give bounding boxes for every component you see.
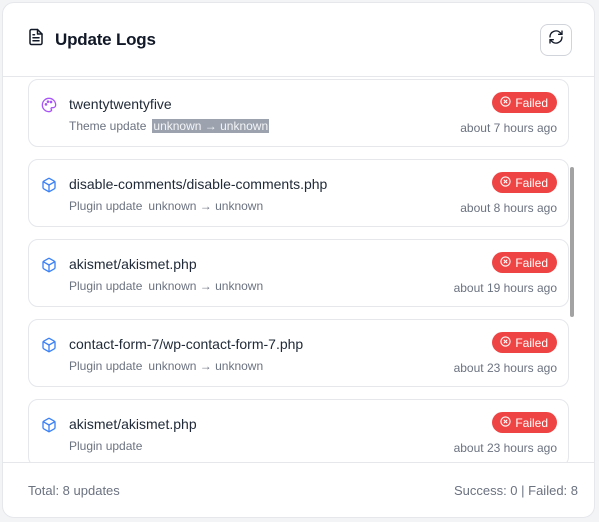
item-time: about 7 hours ago — [460, 121, 557, 135]
status-label: Failed — [515, 255, 548, 270]
item-meta: Plugin update — [69, 439, 148, 453]
item-type: Plugin update — [69, 199, 143, 213]
item-name: contact-form-7/wp-contact-form-7.php — [69, 336, 304, 352]
item-type: Plugin update — [69, 359, 143, 373]
status-badge: Failed — [492, 92, 557, 113]
package-icon — [41, 177, 57, 193]
list-item[interactable]: disable-comments/disable-comments.php Pl… — [28, 159, 569, 227]
x-circle-icon — [500, 255, 511, 270]
x-circle-icon — [500, 415, 511, 430]
palette-icon — [41, 97, 57, 113]
list-item[interactable]: contact-form-7/wp-contact-form-7.php Plu… — [28, 319, 569, 387]
item-type: Plugin update — [69, 439, 143, 453]
status-summary: Success: 0 | Failed: 8 — [453, 482, 578, 498]
item-version: unknown → unknown — [152, 119, 270, 133]
item-name: disable-comments/disable-comments.php — [69, 176, 328, 192]
refresh-icon — [548, 29, 564, 50]
item-meta: Plugin update unknown → unknown — [69, 199, 263, 213]
item-meta: Plugin update unknown → unknown — [69, 359, 263, 373]
update-logs-panel: Update Logs twentytwentyfive Theme updat… — [2, 2, 595, 518]
item-time: about 23 hours ago — [453, 361, 557, 375]
status-badge: Failed — [492, 412, 557, 433]
status-label: Failed — [515, 335, 548, 350]
list-item[interactable]: twentytwentyfive Theme update unknown → u… — [28, 79, 569, 147]
item-name: akismet/akismet.php — [69, 416, 197, 432]
item-meta: Plugin update unknown → unknown — [69, 279, 263, 293]
refresh-button[interactable] — [540, 23, 572, 56]
item-time: about 19 hours ago — [453, 281, 557, 295]
x-circle-icon — [500, 95, 511, 110]
item-time: about 8 hours ago — [460, 201, 557, 215]
item-name: twentytwentyfive — [69, 96, 172, 112]
item-type: Plugin update — [69, 279, 143, 293]
status-badge: Failed — [492, 252, 557, 273]
item-version: unknown → unknown — [148, 199, 264, 213]
package-icon — [41, 257, 57, 273]
status-label: Failed — [515, 415, 548, 430]
status-badge: Failed — [492, 332, 557, 353]
page-title: Update Logs — [55, 29, 156, 49]
item-version: unknown → unknown — [148, 359, 264, 373]
total-count: Total: 8 updates — [28, 482, 120, 498]
logs-list[interactable]: twentytwentyfive Theme update unknown → u… — [3, 77, 594, 462]
item-time: about 23 hours ago — [453, 441, 557, 455]
item-name: akismet/akismet.php — [69, 256, 197, 272]
document-icon — [27, 28, 45, 51]
list-item[interactable]: akismet/akismet.php Plugin update unknown… — [28, 239, 569, 307]
status-badge: Failed — [492, 172, 557, 193]
panel-header: Update Logs — [3, 3, 594, 77]
item-version: unknown → unknown — [148, 279, 264, 293]
title-wrap: Update Logs — [27, 28, 156, 51]
item-meta: Theme update unknown → unknown — [69, 119, 270, 133]
list-item[interactable]: akismet/akismet.php Plugin update Failed… — [28, 399, 569, 462]
panel-footer: Total: 8 updates Success: 0 | Failed: 8 — [3, 462, 594, 517]
package-icon — [41, 417, 57, 433]
x-circle-icon — [500, 335, 511, 350]
package-icon — [41, 337, 57, 353]
x-circle-icon — [500, 175, 511, 190]
scrollbar[interactable] — [570, 167, 574, 317]
status-label: Failed — [515, 175, 548, 190]
item-type: Theme update — [69, 119, 147, 133]
status-label: Failed — [515, 95, 548, 110]
